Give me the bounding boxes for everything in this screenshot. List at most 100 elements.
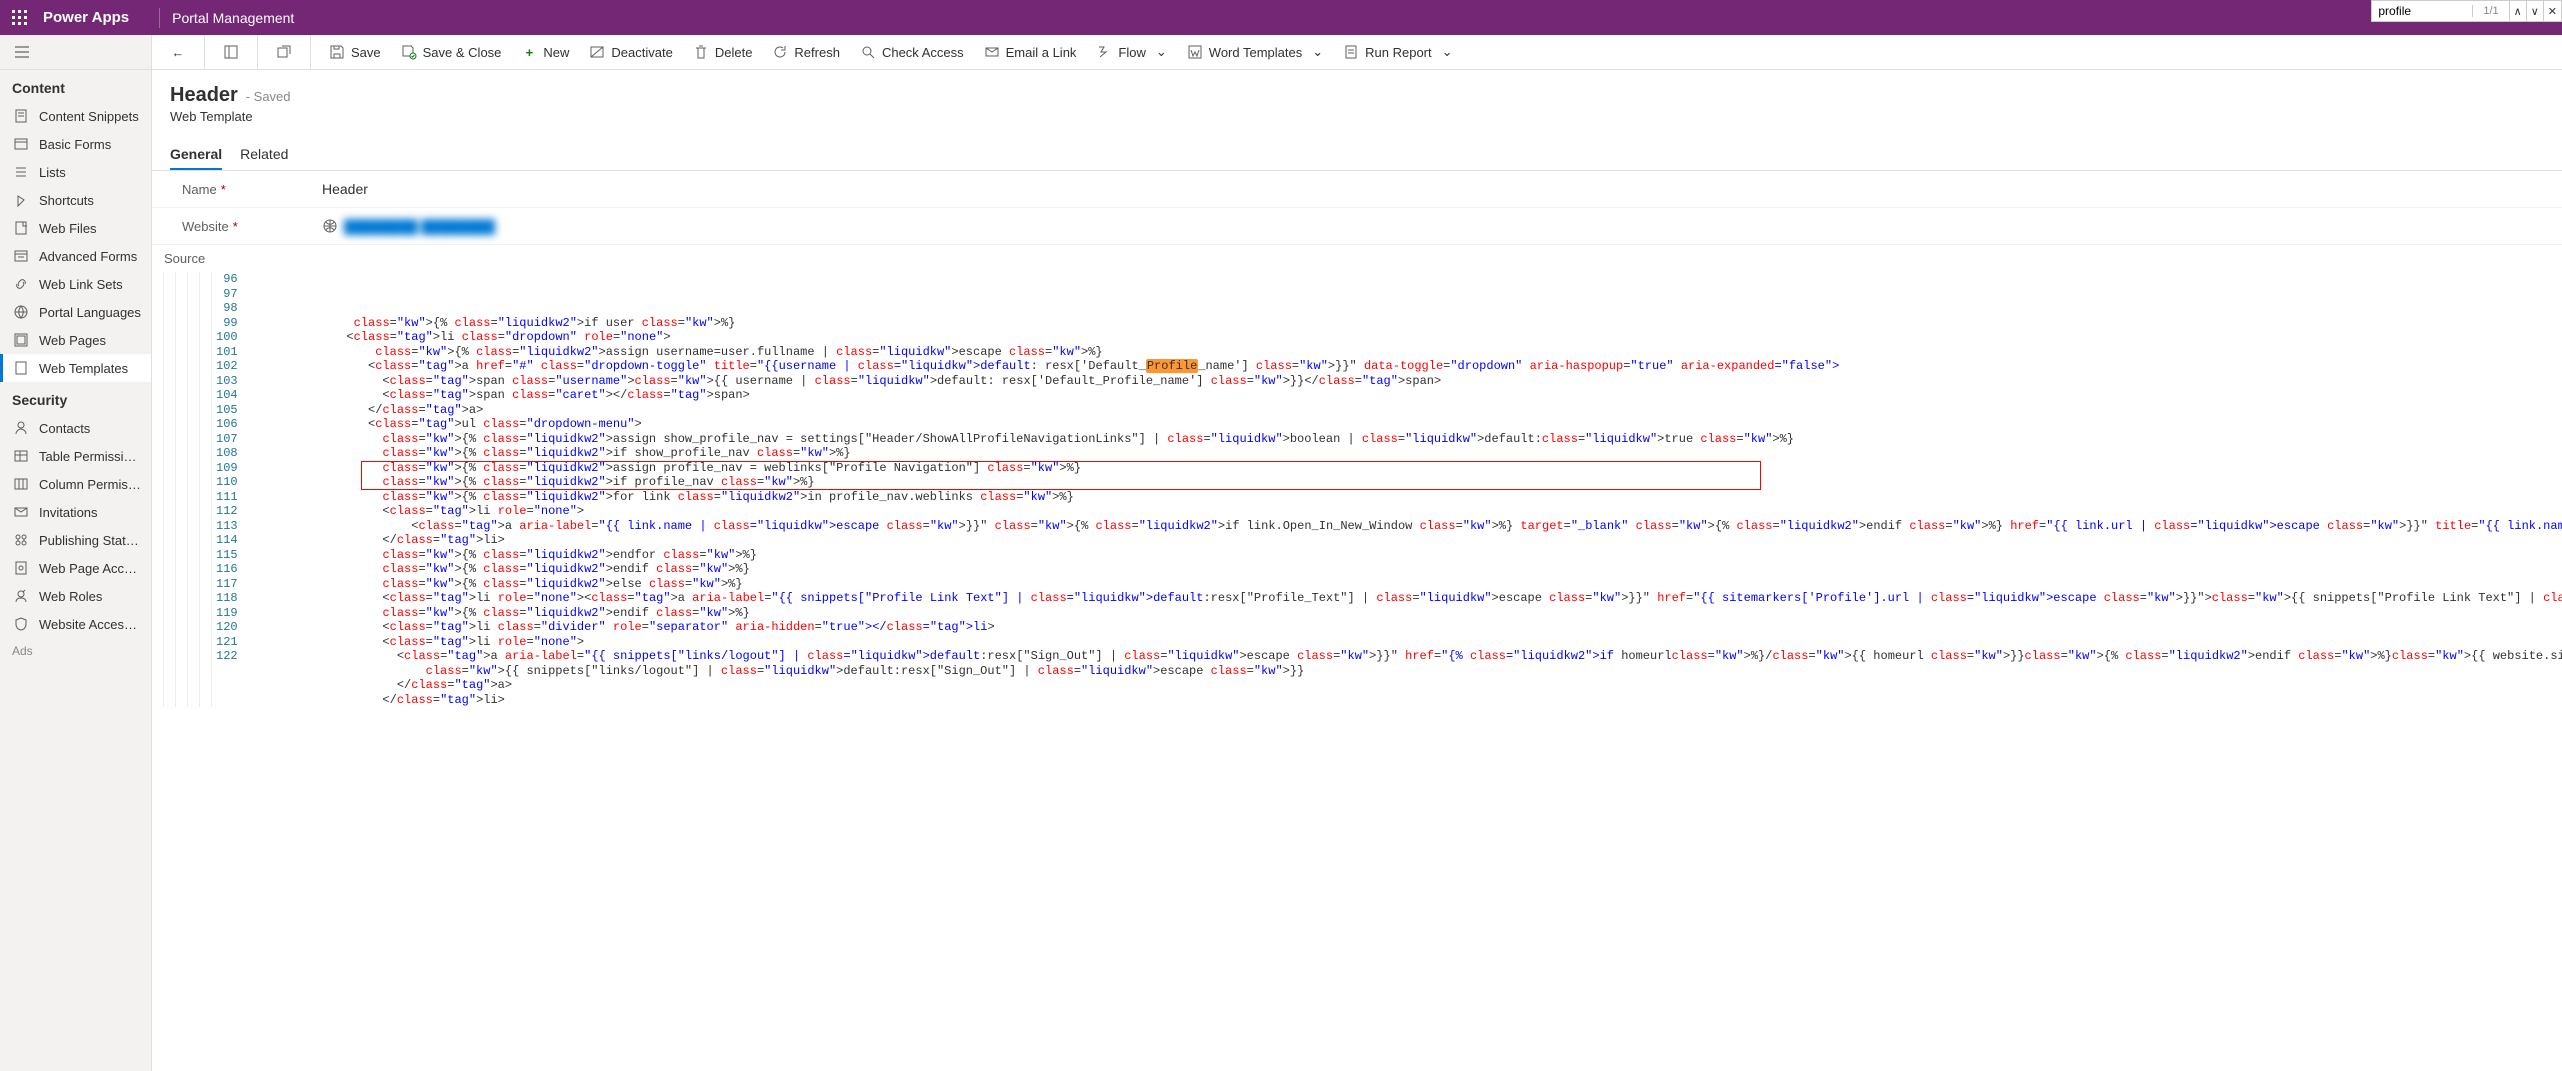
nav-label: Publishing State T... bbox=[39, 533, 141, 548]
nav-item-content-snippets[interactable]: Content Snippets bbox=[0, 102, 151, 130]
globe-icon bbox=[322, 218, 338, 234]
code-editor[interactable]: 9697989910010110210310410510610710810911… bbox=[152, 272, 2562, 707]
find-next[interactable]: ∨ bbox=[2526, 1, 2543, 21]
search-person-icon bbox=[860, 44, 876, 60]
nav-label: Column Permissio... bbox=[39, 477, 141, 492]
arrow-left-icon: ← bbox=[170, 44, 186, 60]
nav-label: Basic Forms bbox=[39, 137, 141, 152]
nav-icon bbox=[13, 616, 29, 632]
flow-button[interactable]: Flow ⌄ bbox=[1086, 35, 1176, 69]
page-status: - Saved bbox=[246, 89, 291, 104]
save-button[interactable]: Save bbox=[319, 35, 391, 69]
page-subtitle: Web Template bbox=[170, 109, 2544, 124]
nav-item-contacts[interactable]: Contacts bbox=[0, 414, 151, 442]
app-name[interactable]: Power Apps bbox=[43, 9, 129, 26]
tab-related[interactable]: Related bbox=[240, 140, 288, 170]
nav-icon bbox=[13, 448, 29, 464]
refresh-label: Refresh bbox=[794, 45, 840, 60]
nav-icon bbox=[13, 476, 29, 492]
form-area: Name* Header Website* ████████ ████████ … bbox=[152, 171, 2562, 1071]
delete-label: Delete bbox=[715, 45, 753, 60]
run-report-button[interactable]: Run Report⌄ bbox=[1333, 35, 1462, 69]
nav-item-basic-forms[interactable]: Basic Forms bbox=[0, 130, 151, 158]
waffle-icon[interactable] bbox=[5, 3, 35, 33]
chevron-down-icon: ⌄ bbox=[1156, 44, 1167, 60]
find-count: 1/1 bbox=[2472, 5, 2508, 17]
code-lines[interactable]: class="kw">{% class="liquidkw2">if user … bbox=[246, 272, 2562, 707]
nav-icon bbox=[13, 304, 29, 320]
check-access-button[interactable]: Check Access bbox=[850, 35, 974, 69]
find-close[interactable]: ✕ bbox=[2543, 1, 2561, 21]
nav-icon bbox=[13, 276, 29, 292]
nav-item-shortcuts[interactable]: Shortcuts bbox=[0, 186, 151, 214]
back-button[interactable]: ← bbox=[160, 35, 196, 69]
open-record-set[interactable] bbox=[213, 35, 249, 69]
source-label: Source bbox=[152, 245, 2562, 272]
name-value[interactable]: Header bbox=[322, 181, 368, 197]
email-link-label: Email a Link bbox=[1006, 45, 1077, 60]
refresh-button[interactable]: Refresh bbox=[762, 35, 850, 69]
nav-item-table-permissions[interactable]: Table Permissions bbox=[0, 442, 151, 470]
refresh-icon bbox=[772, 44, 788, 60]
nav-icon bbox=[13, 164, 29, 180]
required-mark: * bbox=[233, 219, 238, 234]
find-input[interactable] bbox=[2372, 2, 2472, 20]
nav-header-content: Content bbox=[0, 70, 151, 102]
main-area: ← Save Save & Close +New Deactivate Dele… bbox=[152, 35, 2562, 1071]
save-close-button[interactable]: Save & Close bbox=[391, 35, 512, 69]
command-bar: ← Save Save & Close +New Deactivate Dele… bbox=[152, 35, 2562, 70]
chevron-down-icon: ⌄ bbox=[1312, 44, 1323, 60]
flow-icon bbox=[1096, 44, 1112, 60]
nav-item-web-templates[interactable]: Web Templates bbox=[0, 354, 151, 382]
nav-icon bbox=[13, 532, 29, 548]
nav-item-web-page-access-[interactable]: Web Page Access ... bbox=[0, 554, 151, 582]
nav-icon bbox=[13, 588, 29, 604]
page-header: Header - Saved Web Template bbox=[152, 70, 2562, 132]
nav-label: Web Roles bbox=[39, 589, 141, 604]
nav-item-web-files[interactable]: Web Files bbox=[0, 214, 151, 242]
nav-item-portal-languages[interactable]: Portal Languages bbox=[0, 298, 151, 326]
find-bar: 1/1 ∧ ∨ ✕ bbox=[2371, 0, 2562, 22]
nav-label: Web Page Access ... bbox=[39, 561, 141, 576]
nav-label: Web Pages bbox=[39, 333, 141, 348]
email-link-button[interactable]: Email a Link bbox=[974, 35, 1087, 69]
nav-item-web-roles[interactable]: Web Roles bbox=[0, 582, 151, 610]
nav-item-invitations[interactable]: Invitations bbox=[0, 498, 151, 526]
nav-icon bbox=[13, 332, 29, 348]
nav-label: Web Files bbox=[39, 221, 141, 236]
nav-item-publishing-state-t-[interactable]: Publishing State T... bbox=[0, 526, 151, 554]
save-label: Save bbox=[351, 45, 381, 60]
new-button[interactable]: +New bbox=[511, 35, 579, 69]
nav-item-column-permissio-[interactable]: Column Permissio... bbox=[0, 470, 151, 498]
popup-button[interactable] bbox=[266, 35, 302, 69]
nav-label: Advanced Forms bbox=[39, 249, 141, 264]
nav-item-web-link-sets[interactable]: Web Link Sets bbox=[0, 270, 151, 298]
tab-general[interactable]: General bbox=[170, 140, 222, 170]
popup-icon bbox=[276, 44, 292, 60]
nav-icon bbox=[13, 360, 29, 376]
save-close-icon bbox=[401, 44, 417, 60]
subapp-name[interactable]: Portal Management bbox=[172, 10, 294, 26]
deactivate-button[interactable]: Deactivate bbox=[579, 35, 682, 69]
nav-label: Contacts bbox=[39, 421, 141, 436]
nav-icon bbox=[13, 192, 29, 208]
nav-item-web-pages[interactable]: Web Pages bbox=[0, 326, 151, 354]
nav-label: Shortcuts bbox=[39, 193, 141, 208]
nav-icon bbox=[13, 220, 29, 236]
website-value[interactable]: ████████ ████████ bbox=[344, 219, 495, 234]
check-access-label: Check Access bbox=[882, 45, 964, 60]
save-icon bbox=[329, 44, 345, 60]
flow-label: Flow bbox=[1118, 45, 1145, 60]
nav-item-lists[interactable]: Lists bbox=[0, 158, 151, 186]
word-templates-button[interactable]: Word Templates⌄ bbox=[1177, 35, 1333, 69]
nav-label: Invitations bbox=[39, 505, 141, 520]
nav-icon bbox=[13, 420, 29, 436]
hamburger-icon[interactable] bbox=[0, 35, 151, 70]
nav-label: Web Templates bbox=[39, 361, 141, 376]
delete-button[interactable]: Delete bbox=[683, 35, 763, 69]
find-prev[interactable]: ∧ bbox=[2509, 1, 2526, 21]
nav-item-advanced-forms[interactable]: Advanced Forms bbox=[0, 242, 151, 270]
nav-item-website-access-p-[interactable]: Website Access P... bbox=[0, 610, 151, 638]
fold-columns bbox=[152, 272, 212, 707]
run-report-label: Run Report bbox=[1365, 45, 1431, 60]
